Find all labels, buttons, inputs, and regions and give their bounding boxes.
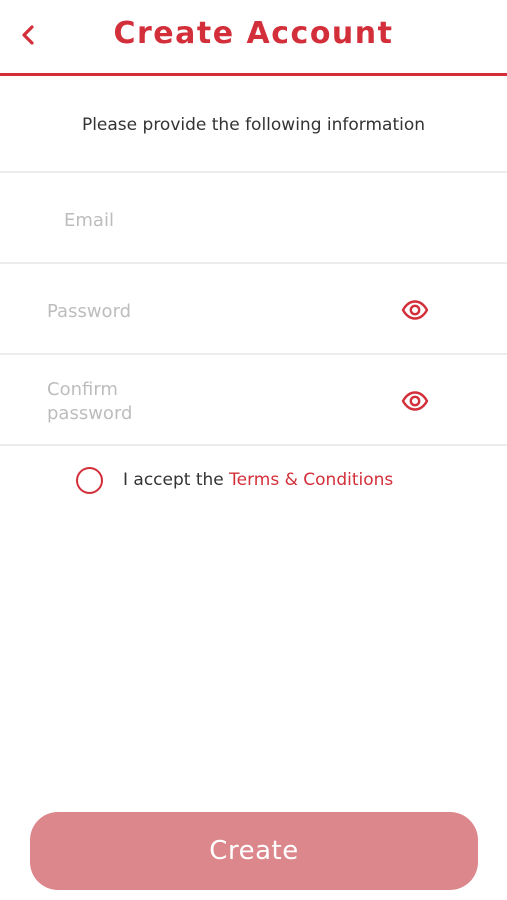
accept-terms-checkbox[interactable] (76, 466, 103, 494)
email-field[interactable] (64, 206, 444, 234)
form-instructions: Please provide the following information (81, 115, 426, 135)
divider (0, 262, 507, 264)
terms-label: I accept the Terms & Conditions (123, 470, 393, 490)
show-confirm-password-toggle[interactable] (400, 389, 430, 413)
divider (0, 353, 507, 355)
terms-row: I accept the Terms & Conditions (76, 466, 393, 494)
create-account-screen: Create Account Please provide the follow… (0, 0, 507, 900)
eye-icon (401, 391, 429, 411)
page-title: Create Account (113, 16, 394, 51)
confirm-password-field[interactable]: Confirm password (47, 378, 132, 426)
confirm-password-placeholder-line2: password (47, 403, 133, 424)
create-button[interactable]: Create (30, 812, 478, 890)
confirm-password-placeholder-line1: Confirm (47, 379, 118, 400)
divider (0, 171, 507, 173)
terms-prefix: I accept the (123, 470, 230, 490)
show-password-toggle[interactable] (400, 298, 430, 322)
eye-icon (401, 300, 429, 320)
password-field[interactable] (47, 297, 377, 325)
terms-link[interactable]: Terms & Conditions (229, 470, 393, 490)
divider (0, 444, 507, 446)
app-header: Create Account (0, 0, 507, 76)
